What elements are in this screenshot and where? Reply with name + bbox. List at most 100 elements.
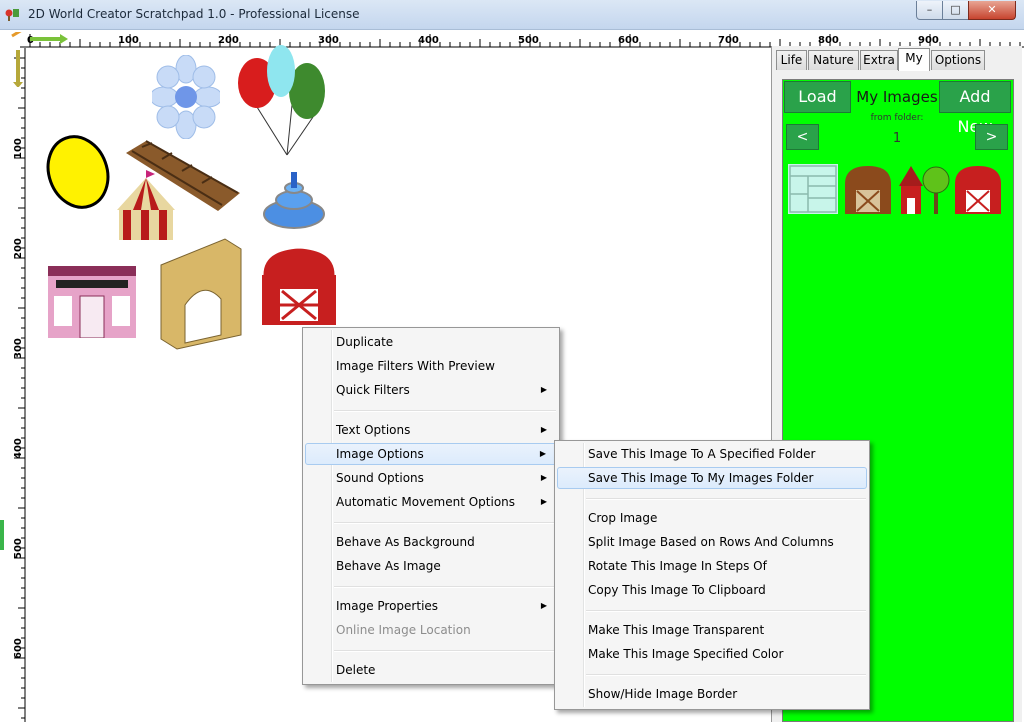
menu-item-split-image[interactable]: Split Image Based on Rows And Columns xyxy=(557,531,867,553)
tab-nature[interactable]: Nature xyxy=(808,50,859,70)
menu-item-automatic-movement-options[interactable]: Automatic Movement Options ▶ xyxy=(305,491,557,513)
menu-separator xyxy=(334,586,556,588)
barn-image[interactable] xyxy=(258,245,340,325)
menu-item-label: Delete xyxy=(336,663,376,677)
menu-item-label: Crop Image xyxy=(588,511,658,525)
menu-item-label: Split Image Based on Rows And Columns xyxy=(588,535,834,549)
menu-item-image-properties[interactable]: Image Properties ▶ xyxy=(305,595,557,617)
menu-item-label: Duplicate xyxy=(336,335,394,349)
prev-folder-button[interactable]: < xyxy=(786,124,819,150)
menu-item-label: Save This Image To My Images Folder xyxy=(588,471,814,485)
menu-item-online-image-location: Online Image Location xyxy=(305,619,557,641)
submenu-arrow-icon: ▶ xyxy=(540,497,547,506)
menu-item-label: Make This Image Specified Color xyxy=(588,647,784,661)
add-new-button[interactable]: Add New xyxy=(939,81,1011,136)
red-barn-thumbnail[interactable] xyxy=(953,164,1003,214)
menu-item-copy-to-clipboard[interactable]: Copy This Image To Clipboard xyxy=(557,579,867,601)
app-icon xyxy=(5,9,19,21)
menu-item-image-options[interactable]: Image Options ▶ xyxy=(305,443,557,465)
menu-separator xyxy=(334,410,556,412)
menu-item-label: Rotate This Image In Steps Of xyxy=(588,559,767,573)
close-button[interactable]: ✕ xyxy=(968,1,1016,20)
menu-item-sound-options[interactable]: Sound Options ▶ xyxy=(305,467,557,489)
balloons-image[interactable] xyxy=(235,45,330,160)
ruler-label: 700 xyxy=(718,35,739,46)
submenu-arrow-icon: ▶ xyxy=(540,473,547,482)
tab-my[interactable]: My xyxy=(898,48,930,71)
window-title: 2D World Creator Scratchpad 1.0 - Profes… xyxy=(28,7,360,21)
menu-item-image-filters-with-preview[interactable]: Image Filters With Preview xyxy=(305,355,557,377)
menu-item-label: Sound Options xyxy=(336,471,424,485)
ruler-drag-handles[interactable] xyxy=(8,32,68,87)
menu-item-label: Copy This Image To Clipboard xyxy=(588,583,766,597)
next-folder-button[interactable]: > xyxy=(975,124,1008,150)
flower-image[interactable] xyxy=(152,55,220,139)
ruler-ticks xyxy=(0,48,26,722)
submenu-arrow-icon: ▶ xyxy=(540,425,547,434)
menu-item-rotate-image[interactable]: Rotate This Image In Steps Of xyxy=(557,555,867,577)
menu-item-delete[interactable]: Delete xyxy=(305,659,557,681)
context-menu: Duplicate Image Filters With Preview Qui… xyxy=(302,327,560,685)
menu-item-crop-image[interactable]: Crop Image xyxy=(557,507,867,529)
lemon-image[interactable] xyxy=(45,133,115,211)
circus-tent-image[interactable] xyxy=(115,170,177,244)
tab-options[interactable]: Options xyxy=(931,50,985,70)
ruler-label: 900 xyxy=(918,35,939,46)
tab-extra[interactable]: Extra xyxy=(860,50,898,70)
menu-item-label: Make This Image Transparent xyxy=(588,623,765,637)
maximize-button[interactable]: □ xyxy=(942,1,969,20)
ruler-label: 500 xyxy=(13,538,24,559)
ruler-label: 200 xyxy=(13,238,24,259)
fountain-image[interactable] xyxy=(262,168,326,232)
menu-separator xyxy=(334,522,556,524)
menu-item-label: Save This Image To A Specified Folder xyxy=(588,447,816,461)
menu-item-make-specified-color[interactable]: Make This Image Specified Color xyxy=(557,643,867,665)
menu-item-text-options[interactable]: Text Options ▶ xyxy=(305,419,557,441)
menu-item-behave-as-background[interactable]: Behave As Background xyxy=(305,531,557,553)
menu-separator xyxy=(334,650,556,652)
minimize-button[interactable]: – xyxy=(916,1,943,20)
menu-item-label: Image Properties xyxy=(336,599,439,613)
ruler-label: 600 xyxy=(13,638,24,659)
ruler-label: 800 xyxy=(818,35,839,46)
menu-item-label: Quick Filters xyxy=(336,383,410,397)
load-button[interactable]: Load xyxy=(784,81,851,113)
submenu-arrow-icon: ▶ xyxy=(539,449,546,458)
ruler-label: 100 xyxy=(13,138,24,159)
ruler-label: 600 xyxy=(618,35,639,46)
menu-item-show-hide-border[interactable]: Show/Hide Image Border xyxy=(557,683,867,705)
menu-item-label: Show/Hide Image Border xyxy=(588,687,738,701)
menu-item-duplicate[interactable]: Duplicate xyxy=(305,331,557,353)
ruler-label: 500 xyxy=(518,35,539,46)
ruler-label: 300 xyxy=(13,338,24,359)
house-trees-thumbnail[interactable] xyxy=(897,164,953,214)
submenu-arrow-icon: ▶ xyxy=(540,385,547,394)
menu-item-quick-filters[interactable]: Quick Filters ▶ xyxy=(305,379,557,401)
folder-number: 1 xyxy=(892,131,902,146)
menu-item-label: Image Options xyxy=(336,447,424,461)
title-bar: 2D World Creator Scratchpad 1.0 - Profes… xyxy=(0,0,1024,30)
menu-item-save-to-my-images-folder[interactable]: Save This Image To My Images Folder xyxy=(557,467,867,489)
ruler-label: 400 xyxy=(418,35,439,46)
menu-item-label: Text Options xyxy=(336,423,411,437)
menu-item-label: Behave As Background xyxy=(336,535,475,549)
from-folder-label: from folder: xyxy=(870,113,924,123)
layout-thumbnail[interactable] xyxy=(788,164,838,214)
vertical-ruler: 100 200 300 400 500 600 xyxy=(0,30,26,722)
submenu-arrow-icon: ▶ xyxy=(540,601,547,610)
arch-image[interactable] xyxy=(155,235,245,353)
ruler-label: 400 xyxy=(13,438,24,459)
tab-life[interactable]: Life xyxy=(776,50,807,70)
menu-item-make-transparent[interactable]: Make This Image Transparent xyxy=(557,619,867,641)
panel-title: My Images xyxy=(856,88,938,106)
menu-separator xyxy=(586,674,866,676)
menu-item-behave-as-image[interactable]: Behave As Image xyxy=(305,555,557,577)
storefront-image[interactable] xyxy=(48,266,136,338)
brown-barn-thumbnail[interactable] xyxy=(843,164,893,214)
menu-item-save-to-specified-folder[interactable]: Save This Image To A Specified Folder xyxy=(557,443,867,465)
menu-item-label: Online Image Location xyxy=(336,623,471,637)
image-options-submenu: Save This Image To A Specified Folder Sa… xyxy=(554,440,870,710)
menu-separator xyxy=(586,610,866,612)
menu-item-label: Image Filters With Preview xyxy=(336,359,495,373)
ruler-label: 100 xyxy=(118,35,139,46)
